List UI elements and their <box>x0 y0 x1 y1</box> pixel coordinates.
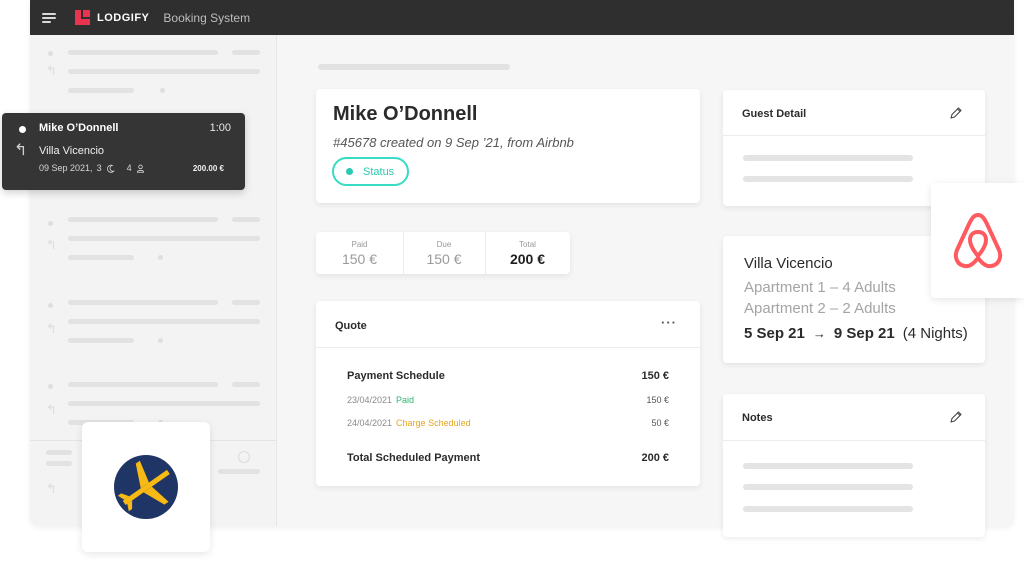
apartment-line: Apartment 1 – 4 Adults <box>744 279 896 296</box>
payment-status-paid: Paid <box>396 395 415 405</box>
guest-name: Mike O’Donnell <box>333 103 478 125</box>
total-cell: Total 200 € <box>485 232 570 274</box>
booking-summary-card: Mike O’Donnell #45678 created on 9 Sep ’… <box>316 89 700 203</box>
guest-detail-title: Guest Detail <box>742 108 807 120</box>
tooltip-nights: 3 <box>96 163 102 173</box>
due-label: Due <box>436 240 452 249</box>
tooltip-guest-name: Mike O’Donnell <box>39 122 119 134</box>
status-button[interactable]: Status <box>332 157 409 186</box>
reply-arrow-icon: ↰ <box>46 481 57 496</box>
payment-date: 23/04/2021 <box>347 395 393 405</box>
tooltip-property: Villa Vicencio <box>39 145 105 157</box>
notes-title: Notes <box>742 412 773 424</box>
total-value: 200 € <box>509 251 546 267</box>
moon-icon <box>106 164 115 173</box>
lodgify-logo-icon <box>75 10 90 25</box>
airbnb-logo <box>931 183 1024 298</box>
booking-reference: #45678 created on 9 Sep ’21, from Airbnb <box>333 135 574 150</box>
arrow-right-icon: → <box>812 326 826 341</box>
breadcrumb-placeholder <box>318 64 510 70</box>
expedia-icon <box>114 455 178 519</box>
total-scheduled-row: Total Scheduled Payment 200 € <box>347 452 669 464</box>
total-label: Total <box>519 240 536 249</box>
payment-row: 23/04/2021 Paid 150 € <box>347 395 669 405</box>
tooltip-meta: 09 Sep 2021, 3 4 <box>39 163 145 173</box>
tooltip-price: 200.00 € <box>192 164 224 173</box>
brand-name: LODGIFY <box>97 11 150 24</box>
expedia-logo <box>82 422 210 552</box>
status-dot-icon <box>346 168 353 175</box>
person-icon <box>136 164 144 173</box>
pencil-icon[interactable] <box>949 410 963 424</box>
payment-date: 24/04/2021 <box>347 418 393 428</box>
paid-value: 150 € <box>341 251 378 267</box>
reply-arrow-icon: ↰ <box>46 402 57 417</box>
tooltip-time: 1:00 <box>209 122 231 134</box>
app-subtitle: Booking System <box>163 10 251 25</box>
due-cell: Due 150 € <box>403 232 485 274</box>
payment-status-scheduled: Charge Scheduled <box>396 418 471 428</box>
quote-card: Quote ··· Payment Schedule 150 € 23/04/2… <box>316 301 700 486</box>
payment-summary: Paid 150 € Due 150 € Total 200 € <box>316 232 570 274</box>
booking-list-item[interactable]: ↰ <box>30 297 277 359</box>
stay-dates: 5 Sep 21 → 9 Sep 21 (4 Nights) <box>744 325 968 342</box>
tooltip-date: 09 Sep 2021, <box>39 163 93 173</box>
lodgify-logo[interactable]: LODGIFY <box>75 10 149 25</box>
property-name: Villa Vicencio <box>744 255 833 272</box>
quote-title: Quote <box>335 320 367 332</box>
apartment-line: Apartment 2 – 2 Adults <box>744 300 896 317</box>
pencil-icon[interactable] <box>949 106 963 120</box>
booking-list-item[interactable]: ↰ <box>30 215 277 277</box>
payment-amount: 50 € <box>651 418 669 428</box>
paid-cell: Paid 150 € <box>316 232 403 274</box>
due-value: 150 € <box>426 251 462 267</box>
nights-count: (4 Nights) <box>902 325 968 342</box>
reply-arrow-icon: ↰ <box>14 142 28 159</box>
payment-amount: 150 € <box>646 395 669 405</box>
payment-schedule-label: Payment Schedule <box>347 370 445 382</box>
payment-schedule-row: Payment Schedule 150 € <box>347 370 669 382</box>
airbnb-icon <box>953 212 1002 268</box>
paid-label: Paid <box>351 240 368 249</box>
total-scheduled-label: Total Scheduled Payment <box>347 452 481 464</box>
payment-schedule-amount: 150 € <box>641 370 669 382</box>
payment-row: 24/04/2021 Charge Scheduled 50 € <box>347 418 669 428</box>
reply-arrow-icon: ↰ <box>46 237 57 252</box>
more-options-icon[interactable]: ··· <box>661 315 677 330</box>
reply-arrow-icon: ↰ <box>46 321 57 336</box>
booking-list-item[interactable]: ↰ <box>30 45 277 107</box>
top-bar: LODGIFY Booking System <box>30 0 1014 35</box>
reply-arrow-icon: ↰ <box>46 63 57 78</box>
total-scheduled-amount: 200 € <box>641 452 669 464</box>
hamburger-icon[interactable] <box>42 12 56 23</box>
tooltip-guests: 4 <box>126 163 132 173</box>
status-label: Status <box>363 165 395 178</box>
bullet-icon <box>19 126 26 133</box>
check-in-date: 5 Sep 21 <box>744 325 805 342</box>
booking-tooltip: Mike O’Donnell 1:00 ↰ Villa Vicencio 09 … <box>2 113 245 190</box>
notes-card: Notes <box>723 394 985 537</box>
check-out-date: 9 Sep 21 <box>833 325 895 342</box>
